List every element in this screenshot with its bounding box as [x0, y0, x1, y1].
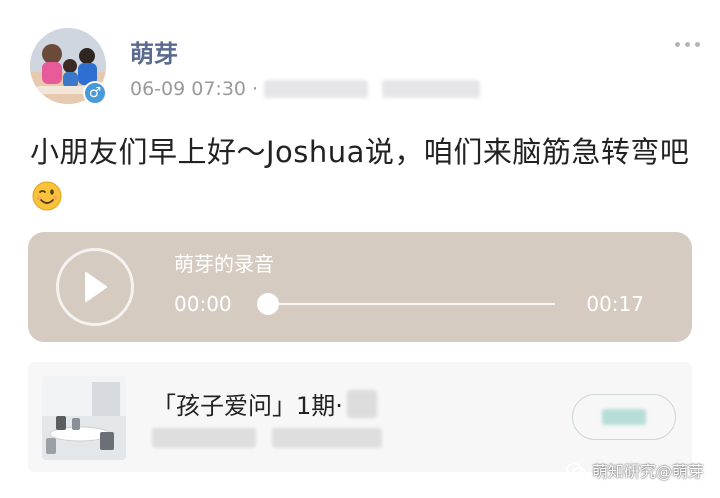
post-meta: 06-09 07:30 ·: [130, 78, 481, 100]
link-card[interactable]: 「孩子爱问」1期·: [28, 362, 692, 472]
blurred-title-tail: [346, 389, 377, 418]
link-action-button[interactable]: [572, 394, 676, 440]
post-timestamp: 06-09 07:30: [130, 78, 247, 100]
avatar-wrap[interactable]: ♂: [30, 28, 107, 105]
play-button[interactable]: [56, 248, 134, 326]
play-icon: [85, 272, 107, 302]
audio-duration: 00:17: [586, 292, 644, 316]
link-title[interactable]: 「孩子爱问」1期·: [152, 386, 377, 421]
blurred-source-extra: [382, 80, 481, 98]
audio-progress-knob[interactable]: [257, 293, 279, 315]
post-text: 小朋友们早上好～Joshua说，咱们来脑筋急转弯吧: [30, 130, 700, 218]
post-header: ♂ 萌芽 06-09 07:30 ·: [30, 28, 700, 108]
more-dots-icon[interactable]: [675, 42, 700, 47]
link-thumbnail: [42, 376, 126, 460]
watermark-text: 萌知研究@萌芽: [591, 462, 704, 481]
meta-separator: ·: [252, 78, 259, 100]
wink-face-icon: [32, 181, 62, 211]
watermark: 萌知研究@萌芽: [566, 458, 704, 482]
blurred-subtitle-2: [272, 428, 382, 448]
audio-current-time: 00:00: [174, 292, 232, 316]
wechat-icon: [566, 462, 586, 478]
author-name[interactable]: 萌芽: [130, 34, 178, 69]
audio-progress-track[interactable]: [268, 303, 555, 305]
blurred-action-label: [602, 409, 646, 425]
audio-title: 萌芽的录音: [174, 252, 274, 276]
audio-card[interactable]: 萌芽的录音 00:00 00:17: [28, 232, 692, 342]
male-icon: ♂: [83, 81, 107, 105]
link-subtitle: [152, 428, 382, 448]
blurred-subtitle-1: [152, 428, 256, 448]
blurred-source: [264, 80, 369, 98]
link-title-text: 「孩子爱问」1期·: [152, 392, 343, 420]
post-body: 小朋友们早上好～Joshua说，咱们来脑筋急转弯吧: [30, 135, 690, 169]
